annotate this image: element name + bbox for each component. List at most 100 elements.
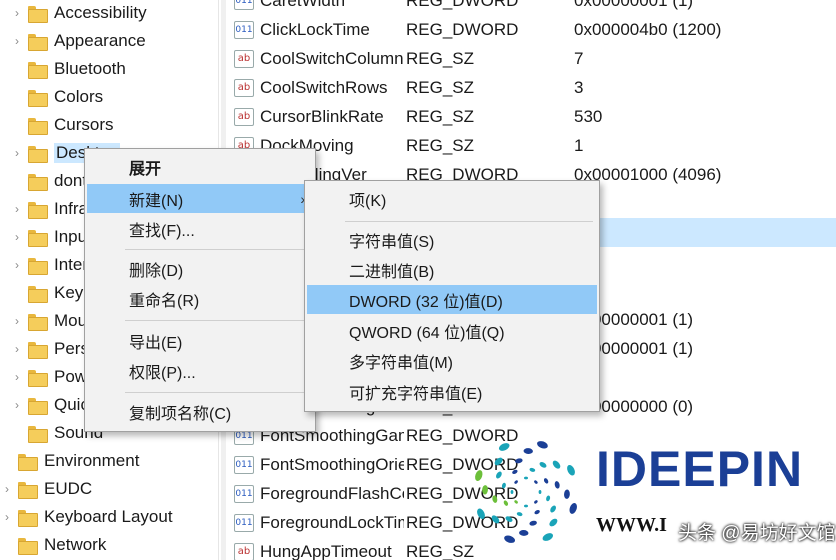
chevron-right-icon[interactable]: › [10, 398, 24, 412]
value-row[interactable]: ab CoolSwitchColumns REG_SZ 7 [226, 44, 836, 73]
logo-dot [515, 458, 523, 464]
tree-item[interactable]: Environment [0, 447, 139, 475]
logo-dot [523, 448, 533, 454]
value-data: 0x00000001 (1) [574, 0, 694, 10]
menu-item-export[interactable]: 导出(E) [87, 326, 313, 355]
chevron-right-icon[interactable]: › [10, 314, 24, 328]
folder-icon [28, 61, 48, 79]
submenu-item-expandable-string-value[interactable]: 可扩充字符串值(E) [307, 377, 597, 406]
submenu-item-dword-value[interactable]: DWORD (32 位)值(D) [307, 285, 597, 314]
string-value-icon: ab [234, 107, 254, 126]
submenu-item-qword-value[interactable]: QWORD (64 位)值(Q) [307, 316, 597, 345]
chevron-right-icon[interactable]: › [10, 34, 24, 48]
chevron-right-icon[interactable]: › [10, 342, 24, 356]
chevron-right-icon[interactable]: › [10, 6, 24, 20]
value-name: CaretWidth [260, 0, 346, 10]
tree-item[interactable]: Cursors [10, 111, 114, 139]
string-value-icon: ab [234, 49, 254, 68]
tree-item[interactable]: › EUDC [0, 475, 92, 503]
logo-dot [524, 476, 528, 480]
tree-item[interactable]: Network [0, 531, 106, 559]
folder-icon [28, 117, 48, 135]
logo-dot [516, 512, 523, 517]
folder-icon [28, 369, 48, 387]
value-row[interactable]: 011 CaretWidth REG_DWORD 0x00000001 (1) [226, 0, 836, 15]
logo-dot [501, 482, 506, 489]
chevron-right-icon[interactable]: › [10, 202, 24, 216]
value-name: CursorBlinkRate [260, 106, 384, 126]
tree-item[interactable]: › Appearance [10, 27, 146, 55]
chevron-right-icon[interactable]: › [10, 146, 24, 160]
folder-icon [28, 397, 48, 415]
binary-value-icon: 011 [234, 455, 254, 474]
logo-dot [492, 495, 498, 503]
string-value-icon: ab [234, 78, 254, 97]
logo-dot [477, 508, 485, 520]
submenu-item-binary-value[interactable]: 二进制值(B) [307, 255, 597, 284]
submenu-item-string-value[interactable]: 字符串值(S) [307, 225, 597, 254]
menu-item-copy-key-name[interactable]: 复制项名称(C) [87, 397, 313, 426]
folder-icon [28, 5, 48, 23]
logo-dot [564, 489, 570, 499]
menu-item-expand[interactable]: 展开 [87, 152, 313, 181]
tree-item[interactable]: Bluetooth [10, 55, 126, 83]
tree-item-label: Network [44, 535, 107, 554]
menu-separator [125, 320, 309, 321]
value-row[interactable]: 011 ClickLockTime REG_DWORD 0x000004b0 (120… [226, 15, 836, 44]
value-type: REG_SZ [406, 106, 475, 126]
value-name: CoolSwitchColumns [260, 48, 404, 68]
chevron-right-icon[interactable]: › [0, 482, 14, 496]
value-data: 1 [574, 135, 584, 155]
submenu-item-multi-string-value[interactable]: 多字符串值(M) [307, 346, 597, 375]
logo-dot [496, 471, 502, 479]
logo-dot [549, 518, 558, 527]
tree-item[interactable]: › Accessibility [10, 0, 147, 27]
folder-icon [18, 537, 38, 555]
logo-dot [543, 478, 549, 484]
value-name: ClickLockTime [260, 19, 370, 39]
logo-dot [510, 490, 514, 494]
binary-value-icon: 011 [234, 20, 254, 39]
logo-dot [542, 533, 554, 541]
logo-dot [512, 469, 518, 475]
pinwheel-logo-icon [475, 441, 577, 543]
tree-item[interactable]: › Keyboard Layout [0, 503, 173, 531]
logo-dot [569, 503, 577, 514]
value-name: ForegroundFlashCount [260, 483, 404, 503]
logo-dot [534, 480, 538, 484]
new-submenu: 项(K) 字符串值(S) 二进制值(B) DWORD (32 位)值(D) QW… [304, 180, 600, 412]
chevron-right-icon[interactable]: › [0, 510, 14, 524]
tree-item-label: Environment [44, 451, 140, 470]
folder-icon [18, 453, 38, 471]
tree-item[interactable]: Colors [10, 83, 103, 111]
binary-value-icon: 011 [234, 0, 254, 10]
menu-item-find[interactable]: 查找(F)... [87, 214, 313, 243]
logo-dot [537, 441, 548, 449]
submenu-item-key[interactable]: 项(K) [307, 184, 597, 213]
logo-dot [534, 509, 540, 515]
value-data: 7 [574, 48, 584, 68]
folder-icon [28, 257, 48, 275]
menu-separator [345, 221, 593, 222]
menu-item-permissions[interactable]: 权限(P)... [87, 356, 313, 385]
value-row[interactable]: ab DockMoving REG_SZ 1 [226, 131, 836, 160]
tree-item-label: Appearance [54, 31, 146, 50]
tree-item-label: Cursors [54, 115, 114, 134]
overlay-watermark: 头条 @易坊好文馆 [678, 523, 836, 544]
logo-dot [475, 470, 483, 481]
value-row[interactable]: ab CoolSwitchRows REG_SZ 3 [226, 73, 836, 102]
folder-icon [28, 173, 48, 191]
menu-item-rename[interactable]: 重命名(R) [87, 284, 313, 313]
menu-item-new[interactable]: 新建(N) › [87, 184, 313, 213]
chevron-right-icon[interactable]: › [10, 258, 24, 272]
value-row[interactable]: ab CursorBlinkRate REG_SZ 530 [226, 102, 836, 131]
chevron-right-icon[interactable]: › [10, 370, 24, 384]
chevron-right-icon[interactable]: › [10, 230, 24, 244]
value-type: REG_SZ [406, 48, 475, 68]
menu-item-delete[interactable]: 删除(D) [87, 254, 313, 283]
folder-icon [28, 285, 48, 303]
folder-icon [28, 229, 48, 247]
value-name: CoolSwitchRows [260, 77, 388, 97]
folder-icon [28, 89, 48, 107]
logo-dot [482, 485, 488, 495]
